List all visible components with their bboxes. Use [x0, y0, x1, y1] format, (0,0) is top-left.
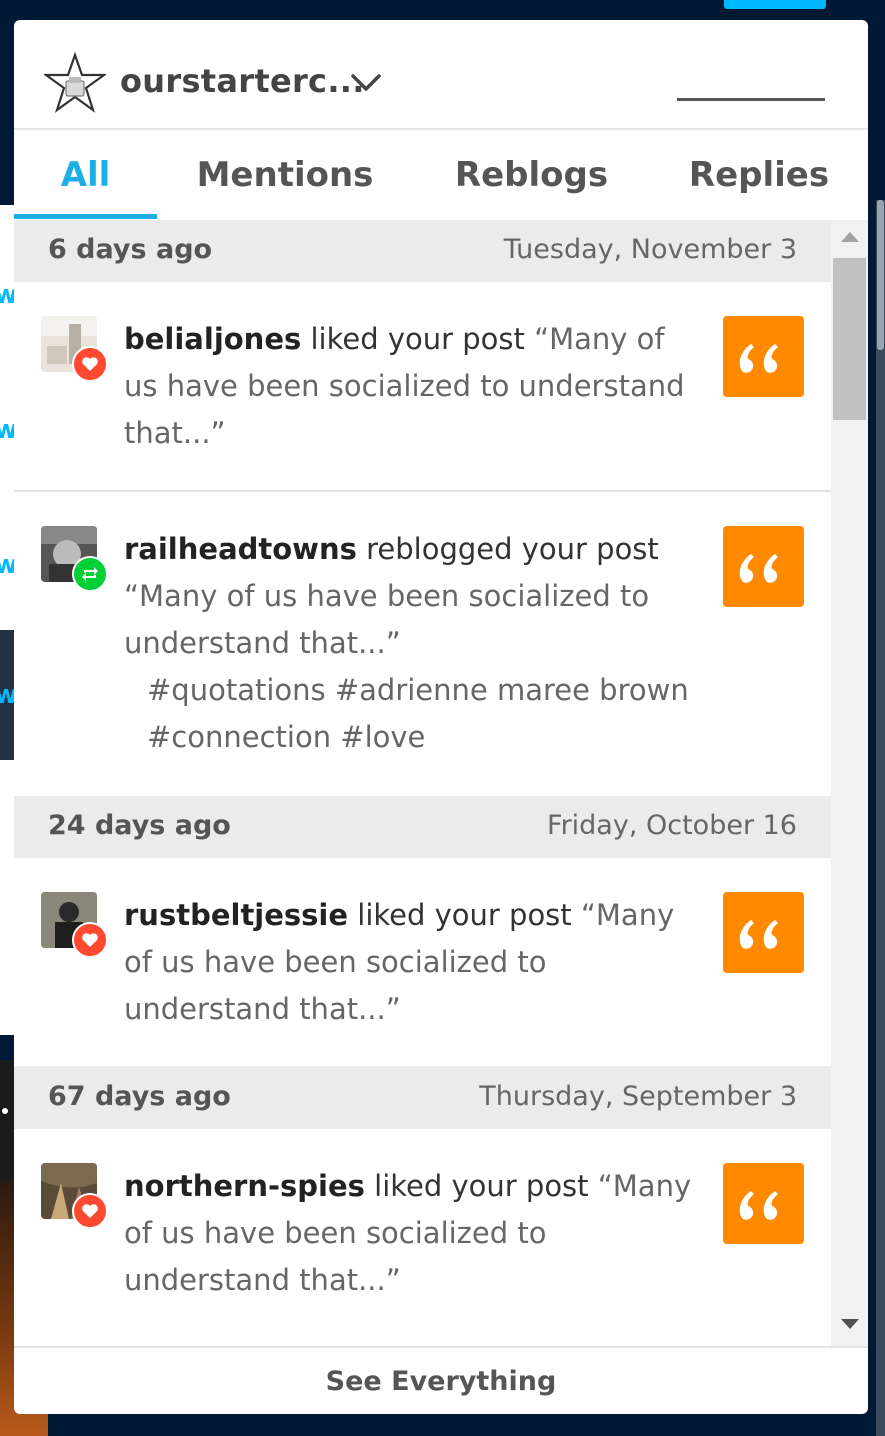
day-relative: 67 days ago: [48, 1081, 231, 1112]
activity-item[interactable]: railheadtowns reblogged your post “Many …: [14, 492, 831, 796]
tab-all[interactable]: All: [14, 130, 157, 220]
badge-heart: [72, 922, 108, 958]
activity-action: liked your post: [310, 322, 525, 356]
activity-text: railheadtowns reblogged your post “Many …: [124, 526, 694, 667]
quote-post-icon[interactable]: [723, 892, 804, 973]
scroll-down-arrow-icon[interactable]: [841, 1319, 859, 1329]
page-scrollbar[interactable]: [876, 200, 885, 1436]
day-date: Tuesday, November 3: [503, 234, 797, 265]
activity-quote[interactable]: “Many of us have been socialized to unde…: [124, 579, 649, 660]
activity-action: liked your post: [357, 898, 572, 932]
activity-item[interactable]: northern-spies liked your post “Many of …: [14, 1129, 831, 1346]
activity-username[interactable]: railheadtowns: [124, 532, 357, 566]
activity-action: liked your post: [374, 1169, 589, 1203]
activity-list: 6 days ago Tuesday, November 3 belialjon…: [14, 220, 831, 1346]
background-button: [724, 0, 826, 9]
see-everything-button[interactable]: See Everything: [14, 1346, 868, 1414]
badge-heart: [72, 1193, 108, 1229]
scroll-up-arrow-icon[interactable]: [841, 232, 859, 242]
activity-text: northern-spies liked your post “Many of …: [124, 1163, 694, 1304]
tab-mentions[interactable]: Mentions: [190, 130, 380, 220]
day-header: 6 days ago Tuesday, November 3: [14, 220, 831, 282]
header-divider: [677, 98, 825, 101]
reblog-icon: [82, 567, 98, 581]
activity-username[interactable]: northern-spies: [124, 1169, 365, 1203]
star-outline-icon[interactable]: [44, 52, 106, 114]
badge-reblog: [72, 556, 108, 592]
activity-action: reblogged your post: [366, 532, 659, 566]
day-relative: 6 days ago: [48, 234, 213, 265]
activity-username[interactable]: belialjones: [124, 322, 301, 356]
tab-reblogs[interactable]: Reblogs: [444, 130, 619, 220]
quote-post-icon[interactable]: [723, 526, 804, 607]
tab-bar: All Mentions Reblogs Replies: [14, 130, 868, 220]
day-date: Friday, October 16: [547, 810, 797, 841]
chevron-down-icon[interactable]: [349, 68, 383, 96]
background-dot: [2, 1108, 8, 1114]
day-header: 24 days ago Friday, October 16: [14, 796, 831, 858]
list-scrollbar[interactable]: [831, 220, 868, 1346]
activity-item[interactable]: belialjones liked your post “Many of us …: [14, 282, 831, 492]
quote-post-icon[interactable]: [723, 316, 804, 397]
activity-text: belialjones liked your post “Many of us …: [124, 316, 694, 457]
scrollbar-thumb[interactable]: [833, 258, 866, 420]
tab-replies[interactable]: Replies: [679, 130, 839, 220]
day-relative: 24 days ago: [48, 810, 231, 841]
post-tags[interactable]: #quotations #adrienne maree brown #conne…: [147, 667, 707, 761]
activity-popup: ourstarterc... All Mentions Reblogs Repl…: [14, 20, 868, 1414]
heart-icon: [82, 357, 98, 371]
active-tab-indicator: [14, 214, 157, 219]
background-content-strip: w w w w: [0, 205, 18, 1035]
activity-username[interactable]: rustbeltjessie: [124, 898, 348, 932]
quote-post-icon[interactable]: [723, 1163, 804, 1244]
blog-name[interactable]: ourstarterc...: [120, 62, 365, 100]
popup-header: ourstarterc...: [14, 20, 868, 130]
activity-item[interactable]: rustbeltjessie liked your post “Many of …: [14, 858, 831, 1066]
badge-heart: [72, 346, 108, 382]
day-date: Thursday, September 3: [479, 1081, 797, 1112]
activity-text: rustbeltjessie liked your post “Many of …: [124, 892, 694, 1033]
day-header: 67 days ago Thursday, September 3: [14, 1067, 831, 1129]
heart-icon: [82, 933, 98, 947]
heart-icon: [82, 1204, 98, 1218]
